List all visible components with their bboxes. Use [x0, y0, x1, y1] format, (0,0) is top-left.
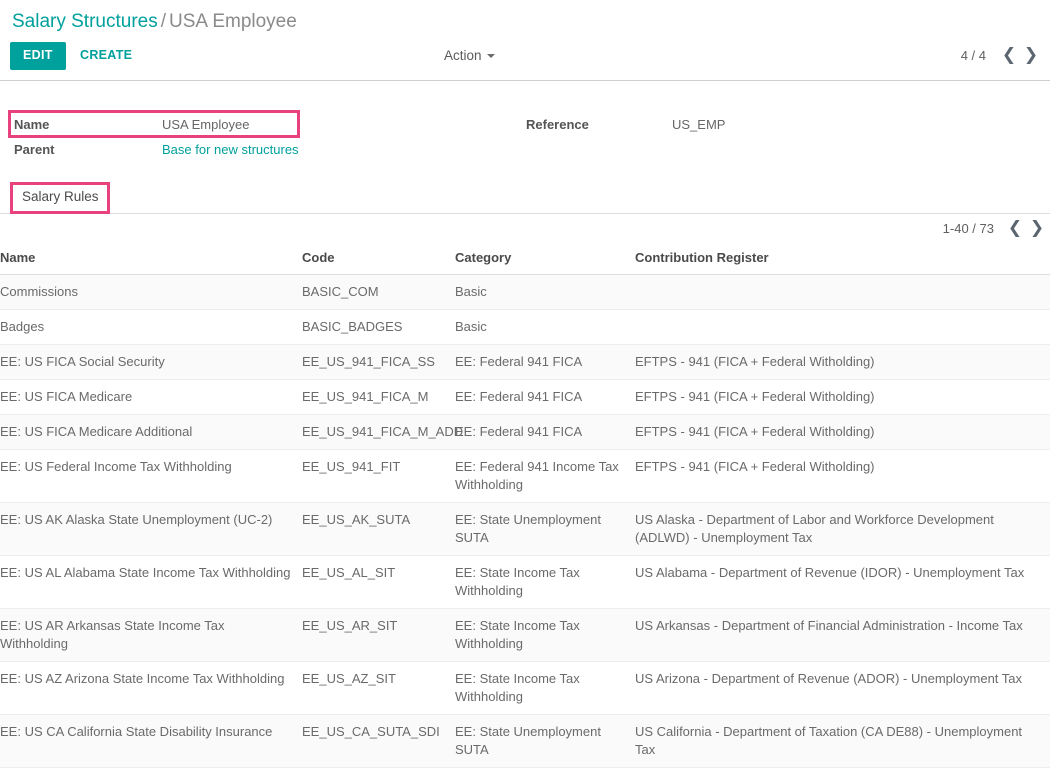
field-reference[interactable]: Reference US_EMP — [526, 117, 725, 132]
salary-rules-table: Name Code Category Contribution Register… — [0, 246, 1050, 768]
salary-rules-list: Name Code Category Contribution Register… — [0, 246, 1050, 768]
record-pager: 4 / 4 ❮ ❯ — [961, 47, 1042, 64]
table-row[interactable]: EE: US AK Alaska State Unemployment (UC-… — [0, 502, 1050, 556]
cell-contribution-register: US California - Department of Taxation (… — [635, 714, 1050, 768]
control-panel: EDIT CREATE Action 4 / 4 ❮ ❯ — [0, 41, 1050, 80]
column-header-category[interactable]: Category — [455, 246, 635, 275]
create-button[interactable]: CREATE — [70, 42, 142, 70]
cell-contribution-register — [635, 309, 1050, 345]
cell-category: EE: Federal 941 FICA — [455, 379, 635, 415]
cell-name: EE: US AZ Arizona State Income Tax Withh… — [0, 661, 302, 715]
cell-code: EE_US_941_FICA_SS — [302, 344, 455, 380]
cell-category: EE: State Income Tax Withholding — [455, 661, 635, 715]
cell-category: EE: State Income Tax Withholding — [455, 608, 635, 662]
column-header-contribution-register[interactable]: Contribution Register — [635, 246, 1050, 275]
cell-name: EE: US AL Alabama State Income Tax Withh… — [0, 555, 302, 609]
cell-contribution-register: EFTPS - 941 (FICA + Federal Witholding) — [635, 379, 1050, 415]
cell-code: BASIC_COM — [302, 274, 455, 310]
tab-salary-rules[interactable]: Salary Rules — [22, 189, 99, 204]
cell-name: EE: US CA California State Disability In… — [0, 714, 302, 768]
table-row[interactable]: EE: US AR Arkansas State Income Tax With… — [0, 608, 1050, 662]
cell-category: EE: Federal 941 FICA — [455, 414, 635, 450]
field-reference-value[interactable]: US_EMP — [672, 117, 725, 132]
table-row[interactable]: EE: US FICA Social Security EE_US_941_FIC… — [0, 344, 1050, 380]
field-parent-label: Parent — [14, 142, 55, 157]
cell-name: EE: US Federal Income Tax Withholding — [0, 449, 302, 503]
field-reference-label: Reference — [526, 117, 589, 132]
breadcrumb-root-link[interactable]: Salary Structures — [12, 11, 158, 32]
chevron-right-icon[interactable]: ❯ — [1020, 47, 1042, 64]
table-row[interactable]: Commissions BASIC_COM Basic — [0, 274, 1050, 310]
breadcrumb-current: USA Employee — [169, 11, 297, 32]
cell-contribution-register: EFTPS - 941 (FICA + Federal Witholding) — [635, 449, 1050, 503]
chevron-left-icon[interactable]: ❮ — [998, 47, 1020, 64]
table-body: Commissions BASIC_COM Basic Badges BASIC_BAD… — [0, 274, 1050, 768]
cell-contribution-register: EFTPS - 941 (FICA + Federal Witholding) — [635, 344, 1050, 380]
cell-name: EE: US AR Arkansas State Income Tax With… — [0, 608, 302, 662]
table-row[interactable]: EE: US FICA Medicare EE_US_941_FICA_M EE: … — [0, 379, 1050, 415]
list-pager: 1-40 / 73 ❮ ❯ — [943, 220, 1048, 237]
table-header-row: Name Code Category Contribution Register — [0, 246, 1050, 275]
cell-category: EE: State Unemployment SUTA — [455, 714, 635, 768]
field-name-value[interactable]: USA Employee — [162, 117, 249, 132]
cell-code: BASIC_BADGES — [302, 309, 455, 345]
table-row[interactable]: EE: US Federal Income Tax Withholding EE_… — [0, 449, 1050, 503]
cell-category: Basic — [455, 309, 635, 345]
cell-code: EE_US_AR_SIT — [302, 608, 455, 662]
cell-code: EE_US_941_FIT — [302, 449, 455, 503]
table-row[interactable]: EE: US AZ Arizona State Income Tax Withh… — [0, 661, 1050, 715]
cell-category: Basic — [455, 274, 635, 310]
cell-code: EE_US_AK_SUTA — [302, 502, 455, 556]
cell-contribution-register: US Arizona - Department of Revenue (ADOR… — [635, 661, 1050, 715]
cell-name: Badges — [0, 309, 302, 345]
cell-category: EE: State Unemployment SUTA — [455, 502, 635, 556]
list-pager-count: 1-40 / 73 — [942, 221, 994, 236]
cell-category: EE: State Income Tax Withholding — [455, 555, 635, 609]
cell-contribution-register: US Alaska - Department of Labor and Work… — [635, 502, 1050, 556]
breadcrumb: Salary Structures / USA Employee — [12, 10, 297, 34]
cell-contribution-register — [635, 274, 1050, 310]
cell-name: EE: US FICA Medicare Additional — [0, 414, 302, 450]
cell-contribution-register: US Arkansas - Department of Financial Ad… — [635, 608, 1050, 662]
cell-code: EE_US_941_FICA_M — [302, 379, 455, 415]
header-divider — [0, 80, 1050, 81]
field-name-label: Name — [14, 117, 50, 132]
table-row[interactable]: EE: US CA California State Disability In… — [0, 714, 1050, 768]
list-chevron-left-icon[interactable]: ❮ — [1004, 220, 1026, 237]
tab-strip: Salary Rules — [0, 182, 1050, 214]
list-chevron-right-icon[interactable]: ❯ — [1026, 220, 1048, 237]
table-row[interactable]: Badges BASIC_BADGES Basic — [0, 309, 1050, 345]
cell-name: EE: US FICA Medicare — [0, 379, 302, 415]
table-row[interactable]: EE: US FICA Medicare Additional EE_US_941… — [0, 414, 1050, 450]
cell-name: Commissions — [0, 274, 302, 310]
record-pager-count: 4 / 4 — [960, 48, 986, 63]
cell-category: EE: Federal 941 FICA — [455, 344, 635, 380]
cell-contribution-register: US Alabama - Department of Revenue (IDOR… — [635, 555, 1050, 609]
field-name[interactable]: Name USA Employee — [14, 117, 249, 132]
column-header-name[interactable]: Name — [0, 246, 302, 275]
table-row[interactable]: EE: US AL Alabama State Income Tax Withh… — [0, 555, 1050, 609]
breadcrumb-separator: / — [160, 11, 167, 32]
cell-code: EE_US_CA_SUTA_SDI — [302, 714, 455, 768]
cell-code: EE_US_AZ_SIT — [302, 661, 455, 715]
cell-code: EE_US_AL_SIT — [302, 555, 455, 609]
field-parent-value-link[interactable]: Base for new structures — [162, 142, 299, 157]
chevron-down-icon — [486, 54, 495, 58]
cell-name: EE: US FICA Social Security — [0, 344, 302, 380]
edit-button[interactable]: EDIT — [10, 42, 66, 70]
cell-category: EE: Federal 941 Income Tax Withholding — [455, 449, 635, 503]
field-parent[interactable]: Parent Base for new structures — [14, 142, 299, 157]
cell-name: EE: US AK Alaska State Unemployment (UC-… — [0, 502, 302, 556]
action-dropdown[interactable]: Action — [444, 48, 495, 63]
cell-code: EE_US_941_FICA_M_ADD — [302, 414, 463, 450]
action-dropdown-label: Action — [444, 48, 482, 63]
column-header-code[interactable]: Code — [302, 246, 455, 275]
cell-contribution-register: EFTPS - 941 (FICA + Federal Witholding) — [635, 414, 1050, 450]
